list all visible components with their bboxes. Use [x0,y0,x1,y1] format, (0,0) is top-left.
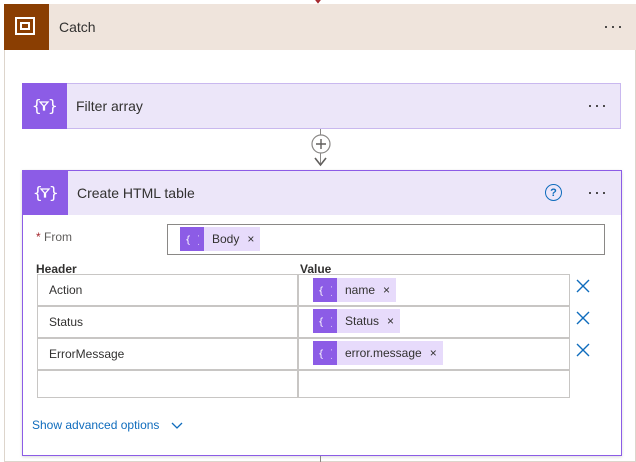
filter-array-more-button[interactable]: ··· [587,96,608,114]
svg-text:{ }: { } [318,286,332,296]
token-label: Body [212,232,240,246]
catch-more-button[interactable]: ··· [603,17,624,35]
value-token[interactable]: { } error.message × [313,341,443,365]
filter-array-title: Filter array [76,98,143,114]
from-label-text: From [44,230,73,244]
dynamic-content-icon: { } [180,227,204,251]
catch-title: Catch [59,19,96,35]
filter-array-icon: { } [22,83,67,129]
svg-text:{: { [32,96,42,115]
svg-text:{ }: { } [318,349,332,359]
token-label: name [345,283,376,297]
delete-row-icon[interactable] [575,342,591,358]
svg-text:}: } [49,183,57,202]
required-mark: * [36,230,41,244]
svg-text:}: } [48,96,56,115]
dynamic-content-icon: { } [313,309,337,333]
header-cell[interactable]: Status [37,306,298,338]
plus-circle-icon[interactable] [309,133,333,157]
svg-text:{ }: { } [318,317,332,327]
create-html-table-icon: { } [23,171,68,215]
header-cell-empty[interactable] [37,370,298,398]
header-cell-text: Action [49,283,83,297]
connector-line [320,456,321,462]
header-cell[interactable]: ErrorMessage [37,338,298,370]
svg-text:{ }: { } [185,235,199,245]
arrow-down-icon [314,157,327,167]
delete-row-icon[interactable] [575,310,591,326]
from-label: * From [36,230,72,244]
token-remove-icon[interactable]: × [247,232,254,246]
catch-header[interactable] [4,4,636,50]
token-remove-icon[interactable]: × [383,283,390,297]
token-label: Status [345,314,380,328]
value-cell-empty[interactable] [298,370,570,398]
catch-scope-icon [4,4,49,50]
from-token-body[interactable]: { } Body × [180,227,261,251]
value-token[interactable]: { } Status × [313,309,401,333]
create-html-table-more-button[interactable]: ··· [587,183,608,201]
value-token[interactable]: { } name × [313,278,397,302]
header-cell[interactable]: Action [37,274,298,306]
show-advanced-options-text: Show advanced options [32,418,160,432]
chevron-down-icon [171,422,183,429]
token-label: error.message [345,346,422,360]
delete-row-icon[interactable] [575,278,591,294]
token-remove-icon[interactable]: × [430,346,437,360]
header-cell-text: Status [49,315,84,329]
show-advanced-options-link[interactable]: Show advanced options [32,418,183,432]
incoming-arrow-icon [315,0,321,4]
token-remove-icon[interactable]: × [387,314,394,328]
create-html-table-title: Create HTML table [77,185,195,201]
header-cell-text: ErrorMessage [49,347,125,361]
dynamic-content-icon: { } [313,278,337,302]
help-icon[interactable]: ? [545,184,562,201]
svg-text:{: { [33,183,43,202]
dynamic-content-icon: { } [313,341,337,365]
